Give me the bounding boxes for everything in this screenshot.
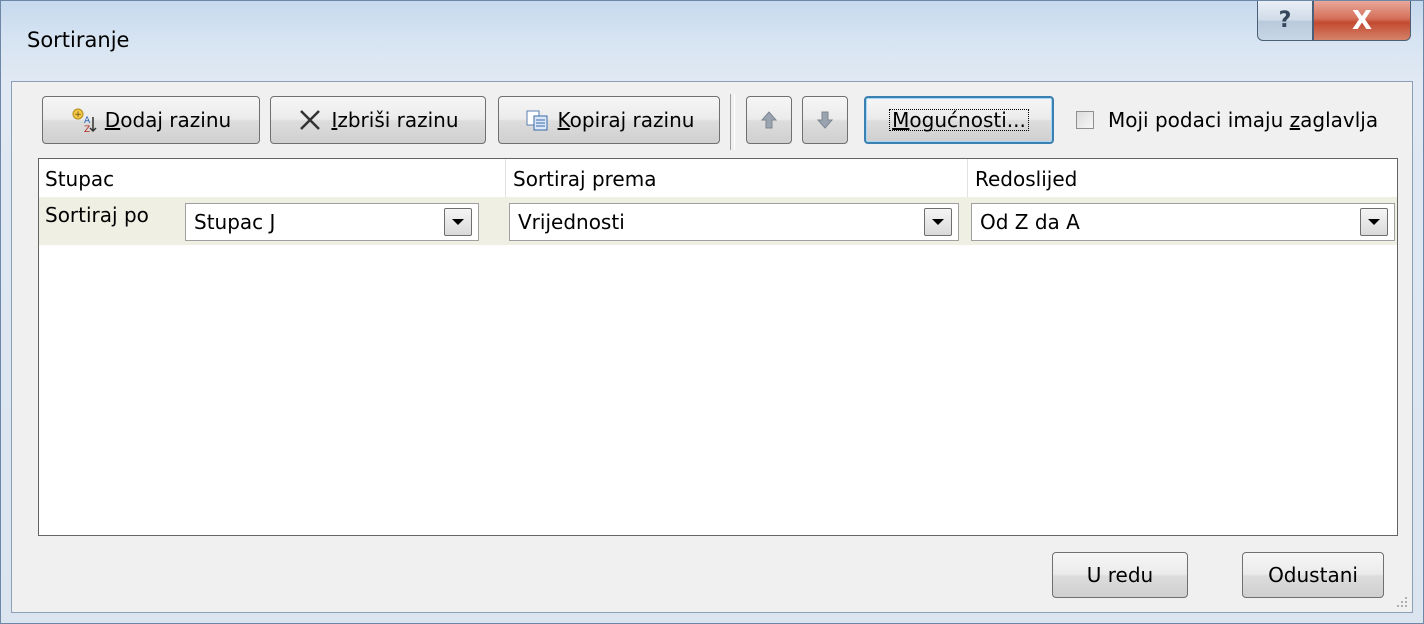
grid-header: Stupac Sortiraj prema Redoslijed — [39, 159, 1397, 198]
close-icon: X — [1351, 5, 1373, 36]
order-select[interactable]: Od Z da A — [971, 203, 1395, 241]
header-column: Stupac — [45, 167, 115, 191]
move-up-button[interactable] — [746, 96, 792, 144]
header-sort-on: Sortiraj prema — [513, 167, 657, 191]
dialog-body: + A Z Dodaj razinu Izbriši razinu Kopira… — [11, 81, 1413, 613]
has-headers-checkbox[interactable] — [1076, 111, 1094, 129]
chevron-down-icon[interactable] — [924, 208, 952, 236]
ok-button[interactable]: U redu — [1052, 552, 1188, 598]
header-divider — [505, 159, 506, 197]
resize-grip-icon[interactable] — [1394, 594, 1408, 608]
header-order: Redoslijed — [975, 167, 1078, 191]
chevron-down-icon[interactable] — [1360, 208, 1388, 236]
order-select-value: Od Z da A — [980, 210, 1080, 234]
title-bar[interactable]: Sortiranje ? X — [1, 1, 1423, 81]
cancel-button[interactable]: Odustani — [1242, 552, 1384, 598]
add-level-button[interactable]: + A Z Dodaj razinu — [42, 96, 260, 144]
svg-text:Z: Z — [84, 125, 90, 133]
arrow-up-icon — [760, 111, 778, 129]
table-row[interactable]: Sortiraj po Stupac J Vrijednosti Od Z da… — [39, 197, 1397, 245]
delete-level-button[interactable]: Izbriši razinu — [270, 96, 486, 144]
sort-on-select-value: Vrijednosti — [518, 210, 625, 234]
has-headers-label: Moji podaci imaju zaglavlja — [1108, 108, 1379, 132]
help-icon: ? — [1278, 8, 1292, 33]
options-label: Mogućnosti... — [884, 104, 1034, 136]
copy-level-button[interactable]: Kopiraj razinu — [498, 96, 720, 144]
sort-on-select[interactable]: Vrijednosti — [509, 203, 959, 241]
add-level-label: Dodaj razinu — [104, 108, 232, 132]
window-title: Sortiranje — [27, 28, 130, 52]
toolbar: + A Z Dodaj razinu Izbriši razinu Kopira… — [12, 82, 1412, 158]
close-button[interactable]: X — [1313, 1, 1411, 41]
header-divider — [967, 159, 968, 197]
delete-x-icon — [297, 107, 323, 133]
options-button[interactable]: Mogućnosti... — [864, 96, 1054, 144]
column-select-value: Stupac J — [194, 210, 276, 234]
copy-level-label: Kopiraj razinu — [557, 108, 695, 132]
help-button[interactable]: ? — [1257, 1, 1313, 41]
column-select[interactable]: Stupac J — [185, 203, 479, 241]
row-label: Sortiraj po — [45, 203, 149, 227]
toolbar-separator — [730, 94, 735, 150]
sort-levels-grid: Stupac Sortiraj prema Redoslijed Sortira… — [38, 158, 1398, 536]
arrow-down-icon — [816, 111, 834, 129]
copy-icon — [524, 107, 550, 133]
add-sort-level-icon: + A Z — [71, 107, 97, 135]
chevron-down-icon[interactable] — [444, 208, 472, 236]
move-down-button[interactable] — [802, 96, 848, 144]
sort-dialog: Sortiranje ? X + A Z Dodaj razinu Izbriš… — [0, 0, 1424, 624]
svg-text:+: + — [74, 110, 82, 120]
has-headers-option[interactable]: Moji podaci imaju zaglavlja — [1076, 108, 1378, 132]
delete-level-label: Izbriši razinu — [331, 108, 459, 132]
